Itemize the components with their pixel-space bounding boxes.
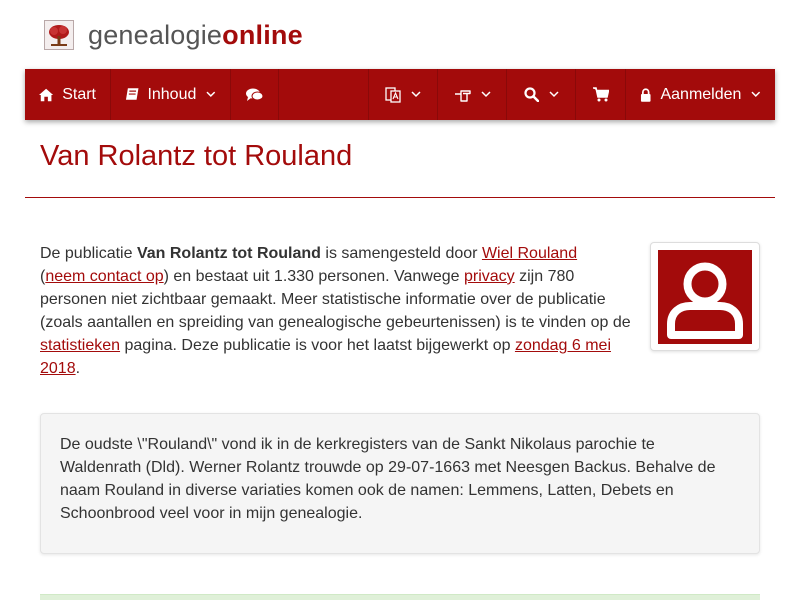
author-avatar[interactable]: [650, 242, 760, 351]
publication-name: Van Rolantz tot Rouland: [136, 245, 321, 262]
chevron-down-icon: [751, 91, 761, 97]
nav-forum[interactable]: [231, 69, 279, 120]
chevron-down-icon: [206, 91, 216, 97]
nav-start-label: Start: [62, 85, 96, 103]
site-logo[interactable]: genealogieonline: [44, 17, 303, 53]
intro-text: is samengesteld door: [320, 245, 482, 262]
nav-search[interactable]: [507, 69, 576, 120]
chevron-down-icon: [411, 91, 421, 98]
chevron-down-icon: [548, 91, 559, 98]
comments-icon: [246, 88, 263, 101]
nav-inhoud-label: Inhoud: [147, 85, 197, 103]
nav-start[interactable]: Start: [25, 69, 111, 120]
title-divider: [25, 197, 775, 198]
user-silhouette-icon: [658, 250, 752, 344]
site-logo-text: genealogieonline: [88, 20, 303, 51]
statistics-link[interactable]: statistieken: [40, 337, 120, 354]
nav-language[interactable]: [369, 69, 438, 120]
lock-icon: [640, 87, 651, 102]
publication-intro: De publicatie Van Rolantz tot Rouland is…: [40, 242, 640, 380]
intro-text: De publicatie: [40, 245, 137, 262]
nav-login[interactable]: Aanmelden: [626, 69, 775, 120]
contact-link[interactable]: neem contact op: [45, 268, 163, 285]
hand-pointer-icon: [454, 89, 471, 102]
family-tree-icon: [44, 20, 74, 50]
book-icon: [125, 88, 139, 100]
main-navbar: Start Inhoud Aanmelden: [25, 69, 775, 120]
nav-login-label: Aanmelden: [660, 85, 742, 103]
page-title: Van Rolantz tot Rouland: [40, 140, 353, 172]
logo-text-bold: online: [222, 19, 303, 50]
shopping-cart-icon: [592, 87, 609, 102]
intro-text: ) en bestaat uit 1.330 personen. Vanwege: [163, 268, 464, 285]
home-icon: [39, 88, 54, 101]
intro-text: .: [75, 360, 81, 377]
author-link[interactable]: Wiel Rouland: [482, 245, 577, 262]
privacy-link[interactable]: privacy: [464, 268, 515, 285]
nav-cart[interactable]: [576, 69, 626, 120]
success-panel: [40, 594, 760, 600]
publication-description: De oudste \"Rouland\" vond ik in de kerk…: [40, 413, 760, 554]
intro-text: pagina. Deze publicatie is voor het laat…: [120, 337, 515, 354]
logo-text-plain: genealogie: [88, 19, 223, 50]
nav-inhoud[interactable]: Inhoud: [111, 69, 231, 120]
nav-pointer[interactable]: [438, 69, 507, 120]
nav-spacer: [279, 69, 369, 120]
language-icon: [385, 86, 401, 103]
search-icon: [523, 87, 539, 102]
chevron-down-icon: [480, 91, 491, 98]
